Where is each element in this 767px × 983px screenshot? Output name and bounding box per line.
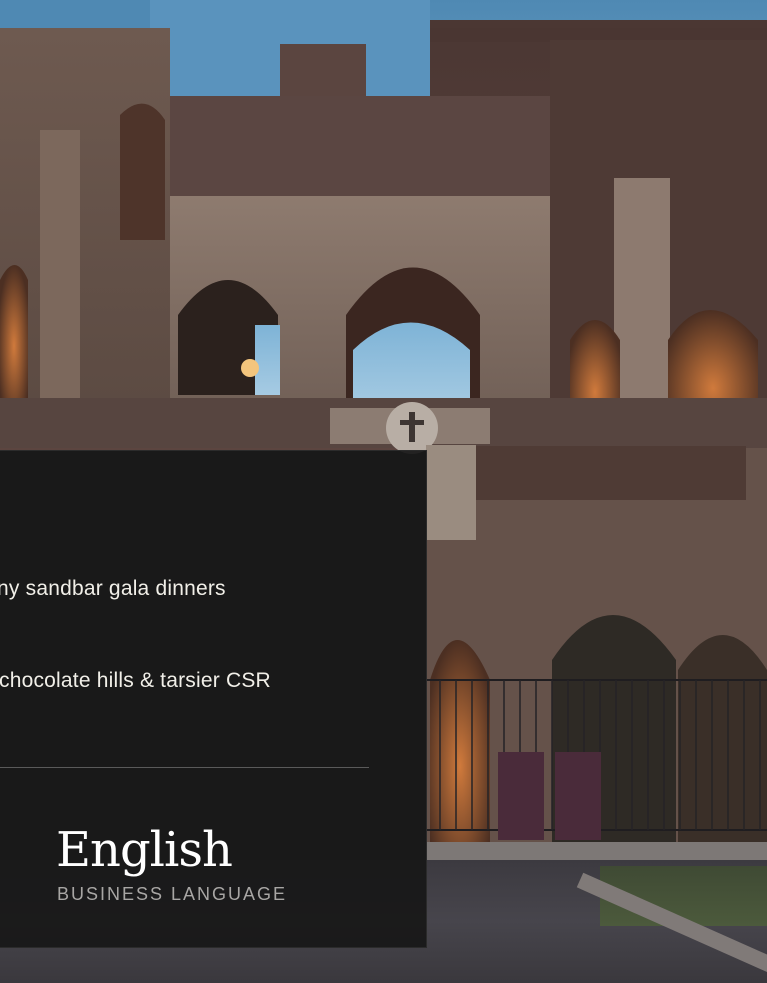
page-root: ny sandbar gala dinners chocolate hills …	[0, 0, 767, 983]
panel-divider	[0, 767, 369, 768]
service-item-sandbar-gala: ny sandbar gala dinners	[0, 577, 226, 600]
language-subtitle: BUSINESS LANGUAGE	[57, 884, 288, 904]
service-item-chocolate-hills: chocolate hills & tarsier CSR	[0, 669, 271, 692]
language-title: English	[56, 822, 233, 878]
